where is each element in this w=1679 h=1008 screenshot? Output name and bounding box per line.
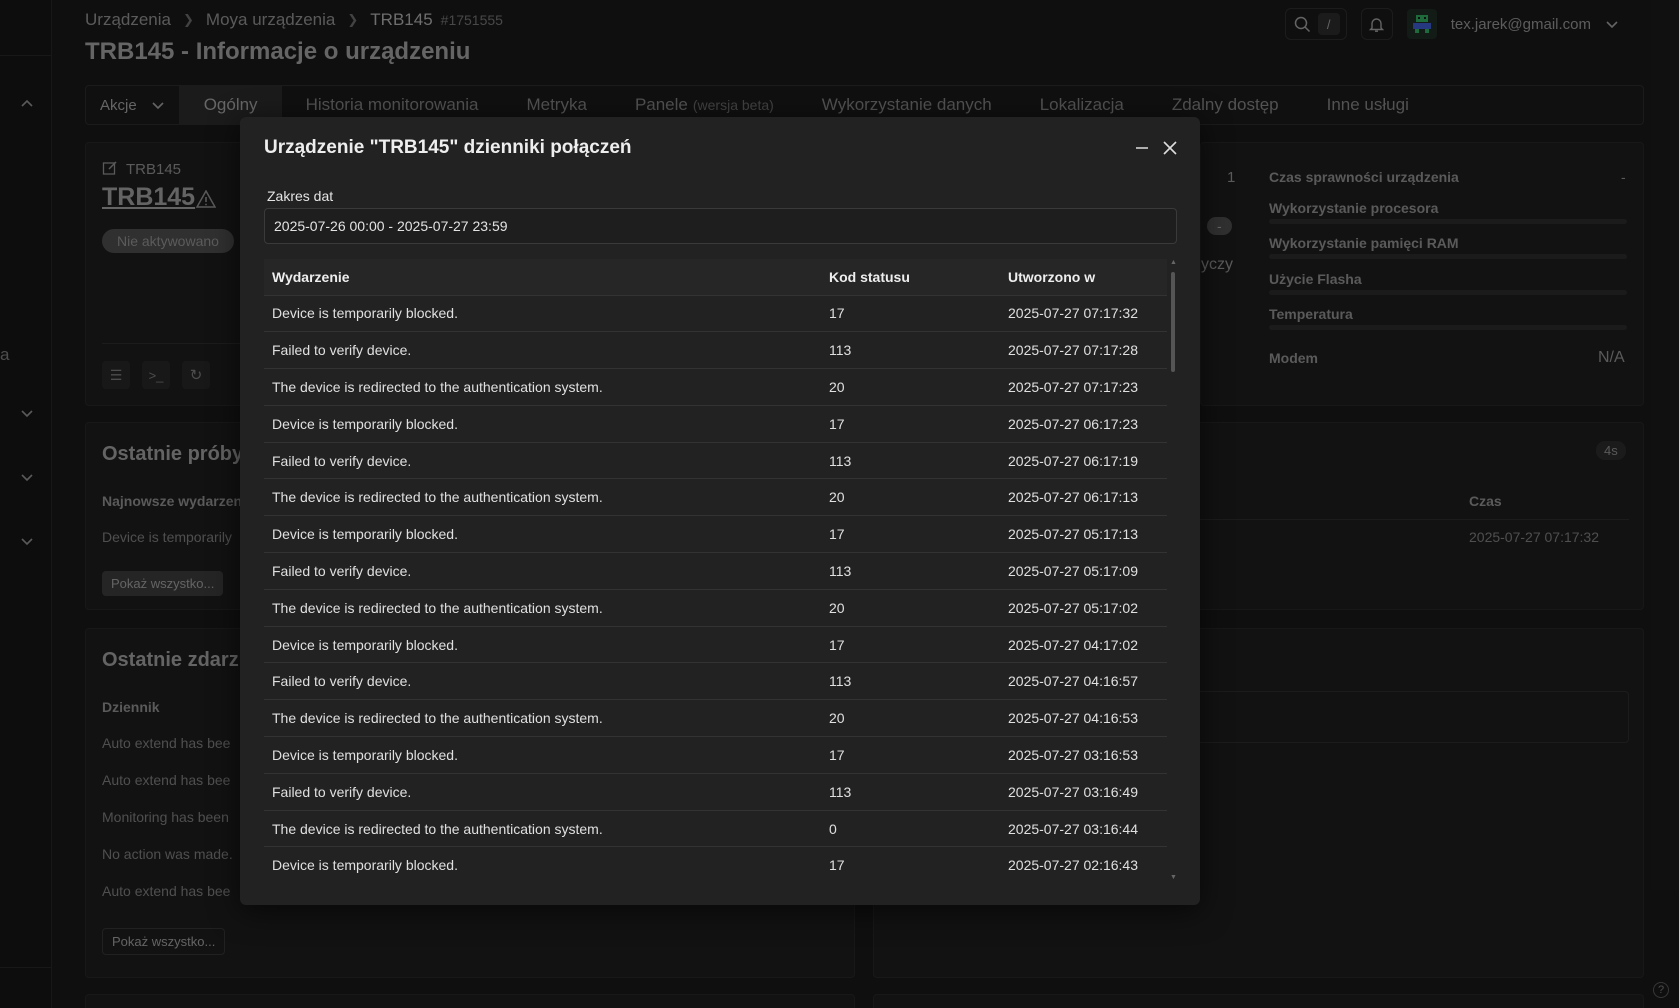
cell-event: Failed to verify device. — [264, 442, 821, 480]
cell-created-at: 2025-07-27 07:17:23 — [1000, 368, 1167, 406]
cell-event: The device is redirected to the authenti… — [264, 699, 821, 738]
cell-event: Device is temporarily blocked. — [264, 736, 821, 774]
cell-created-at: 2025-07-27 05:17:13 — [1000, 515, 1167, 554]
table-row: The device is redirected to the authenti… — [264, 589, 1167, 627]
table-row: Failed to verify device. 113 2025-07-27 03… — [264, 773, 1167, 811]
table-scrollbar[interactable]: ▲ ▼ — [1167, 259, 1179, 881]
cell-created-at: 2025-07-27 07:17:32 — [1000, 295, 1167, 333]
cell-created-at: 2025-07-27 02:16:43 — [1000, 846, 1167, 881]
cell-created-at: 2025-07-27 03:16:53 — [1000, 736, 1167, 774]
cell-status-code: 20 — [821, 699, 1000, 738]
cell-event: Device is temporarily blocked. — [264, 846, 821, 881]
table-row: Failed to verify device. 113 2025-07-27 06… — [264, 442, 1167, 480]
cell-event: Failed to verify device. — [264, 331, 821, 370]
cell-status-code: 113 — [821, 442, 1000, 480]
cell-created-at: 2025-07-27 04:16:53 — [1000, 699, 1167, 738]
cell-created-at: 2025-07-27 05:17:02 — [1000, 589, 1167, 627]
table-row: The device is redirected to the authenti… — [264, 368, 1167, 406]
scroll-up-icon[interactable]: ▲ — [1170, 259, 1177, 266]
column-created-at[interactable]: Utworzono w — [1000, 259, 1167, 296]
connection-logs-table: Wydarzenie Kod statusu Utworzono w Devic… — [264, 259, 1179, 881]
cell-status-code: 17 — [821, 405, 1000, 443]
table-row: Device is temporarily blocked. 17 2025-07-… — [264, 736, 1167, 774]
table-body: Device is temporarily blocked. 17 2025-07-… — [264, 295, 1167, 881]
modal-title: Urządzenie "TRB145" dzienniki połączeń — [264, 137, 632, 158]
column-event[interactable]: Wydarzenie — [264, 259, 821, 296]
table-row: The device is redirected to the authenti… — [264, 478, 1167, 517]
cell-created-at: 2025-07-27 06:17:23 — [1000, 405, 1167, 443]
cell-event: The device is redirected to the authenti… — [264, 368, 821, 406]
cell-status-code: 113 — [821, 662, 1000, 701]
scroll-down-icon[interactable]: ▼ — [1170, 874, 1177, 881]
cell-event: Device is temporarily blocked. — [264, 515, 821, 554]
table-row: Device is temporarily blocked. 17 2025-07-… — [264, 515, 1167, 554]
cell-created-at: 2025-07-27 04:16:57 — [1000, 662, 1167, 701]
cell-event: Device is temporarily blocked. — [264, 295, 821, 333]
cell-status-code: 20 — [821, 368, 1000, 406]
cell-created-at: 2025-07-27 03:16:49 — [1000, 773, 1167, 811]
table-header-row: Wydarzenie Kod statusu Utworzono w — [264, 259, 1167, 296]
cell-created-at: 2025-07-27 05:17:09 — [1000, 552, 1167, 590]
cell-status-code: 17 — [821, 626, 1000, 664]
minimize-icon — [1136, 147, 1148, 149]
cell-status-code: 0 — [821, 810, 1000, 848]
cell-event: Device is temporarily blocked. — [264, 405, 821, 443]
table-row: Device is temporarily blocked. 17 2025-07-… — [264, 405, 1167, 443]
cell-created-at: 2025-07-27 03:16:44 — [1000, 810, 1167, 848]
cell-created-at: 2025-07-27 06:17:19 — [1000, 442, 1167, 480]
table-row: Failed to verify device. 113 2025-07-27 04… — [264, 662, 1167, 701]
close-icon — [1163, 141, 1177, 155]
cell-event: The device is redirected to the authenti… — [264, 589, 821, 627]
cell-event: Failed to verify device. — [264, 662, 821, 701]
cell-status-code: 113 — [821, 552, 1000, 590]
cell-status-code: 17 — [821, 295, 1000, 333]
table-row: Failed to verify device. 113 2025-07-27 05… — [264, 552, 1167, 590]
date-range-label: Zakres dat — [267, 188, 334, 204]
logs-table: Wydarzenie Kod statusu Utworzono w Devic… — [264, 259, 1167, 881]
connection-logs-modal: Urządzenie "TRB145" dzienniki połączeń Z… — [240, 117, 1200, 905]
cell-event: Device is temporarily blocked. — [264, 626, 821, 664]
cell-status-code: 20 — [821, 589, 1000, 627]
table-row: Device is temporarily blocked. 17 2025-07-… — [264, 295, 1167, 333]
cell-status-code: 113 — [821, 331, 1000, 370]
minimize-button[interactable] — [1131, 137, 1153, 159]
cell-created-at: 2025-07-27 06:17:13 — [1000, 478, 1167, 517]
table-row: Device is temporarily blocked. 17 2025-07-… — [264, 846, 1167, 881]
cell-status-code: 17 — [821, 515, 1000, 554]
table-row: The device is redirected to the authenti… — [264, 810, 1167, 848]
column-status-code[interactable]: Kod statusu — [821, 259, 1000, 296]
cell-status-code: 113 — [821, 773, 1000, 811]
cell-status-code: 20 — [821, 478, 1000, 517]
table-row: Failed to verify device. 113 2025-07-27 07… — [264, 331, 1167, 370]
cell-status-code: 17 — [821, 736, 1000, 774]
cell-event: Failed to verify device. — [264, 773, 821, 811]
cell-created-at: 2025-07-27 04:17:02 — [1000, 626, 1167, 664]
table-row: Device is temporarily blocked. 17 2025-07-… — [264, 626, 1167, 664]
cell-event: Failed to verify device. — [264, 552, 821, 590]
close-button[interactable] — [1159, 137, 1181, 159]
date-range-input[interactable] — [264, 208, 1177, 244]
cell-event: The device is redirected to the authenti… — [264, 810, 821, 848]
cell-event: The device is redirected to the authenti… — [264, 478, 821, 517]
table-row: The device is redirected to the authenti… — [264, 699, 1167, 738]
cell-status-code: 17 — [821, 846, 1000, 881]
scroll-thumb[interactable] — [1171, 272, 1175, 372]
cell-created-at: 2025-07-27 07:17:28 — [1000, 331, 1167, 370]
